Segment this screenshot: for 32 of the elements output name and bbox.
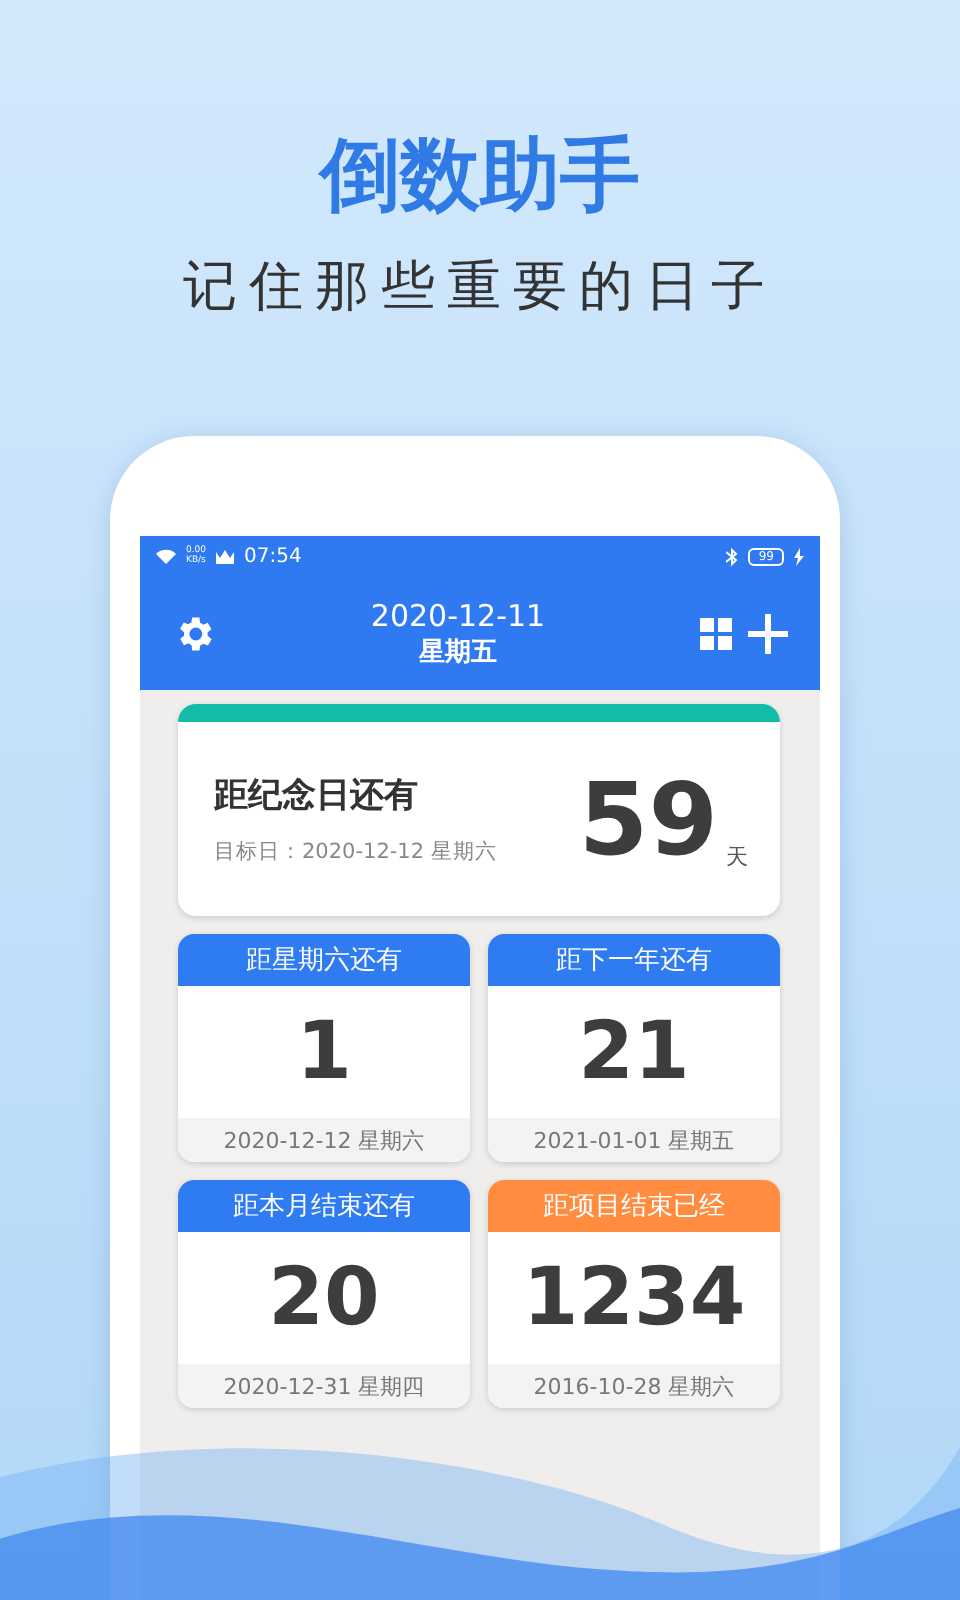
days-count: 1234: [520, 1250, 748, 1348]
days-count: 1: [294, 1004, 354, 1102]
card-title: 距项目结束已经: [488, 1180, 780, 1232]
charging-icon: [794, 547, 804, 565]
days-count: 59: [578, 763, 718, 875]
countdown-card[interactable]: 距下一年还有 21 2021-01-01 星期五: [488, 934, 780, 1162]
current-date: 2020-12-11: [370, 597, 546, 635]
app-headline: 倒数助手: [320, 128, 640, 226]
card-date: 2020-12-12 星期六: [178, 1118, 470, 1162]
card-date: 2016-10-28 星期六: [488, 1364, 780, 1408]
add-icon[interactable]: [748, 613, 788, 653]
app-tagline: 记住那些重要的日子: [183, 254, 777, 322]
current-weekday: 星期五: [419, 635, 497, 669]
card-title: 距本月结束还有: [178, 1180, 470, 1232]
countdown-card[interactable]: 距本月结束还有 20 2020-12-31 星期四: [178, 1180, 470, 1408]
countdown-card[interactable]: 距纪念日还有 目标日：2020-12-12 星期六 59 天: [178, 704, 780, 916]
target-date: 目标日：2020-12-12 星期六: [214, 838, 499, 866]
countdown-title: 距纪念日还有: [214, 774, 420, 818]
card-date: 2021-01-01 星期五: [488, 1118, 780, 1162]
card-title: 距下一年还有: [488, 934, 780, 986]
countdown-card[interactable]: 距星期六还有 1 2020-12-12 星期六: [178, 934, 470, 1162]
days-count: 21: [576, 1004, 692, 1102]
bluetooth-icon: [726, 547, 739, 565]
countdown-card[interactable]: 距项目结束已经 1234 2016-10-28 星期六: [488, 1180, 780, 1408]
grid-icon[interactable]: [700, 617, 732, 649]
crown-icon: [216, 549, 235, 563]
wifi-icon: [156, 548, 176, 564]
card-title: 距星期六还有: [178, 934, 470, 986]
card-date: 2020-12-31 星期四: [178, 1364, 470, 1408]
days-unit: 天: [726, 842, 748, 872]
days-count: 20: [266, 1250, 382, 1348]
status-time: 07:54: [244, 545, 302, 567]
